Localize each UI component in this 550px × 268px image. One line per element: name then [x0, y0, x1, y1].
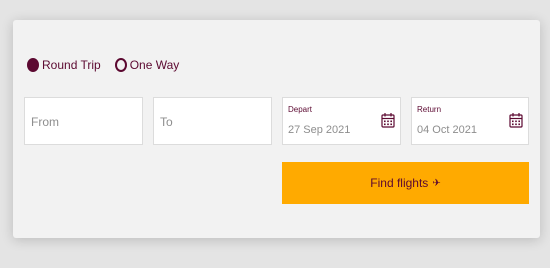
one-way-radio[interactable]	[114, 58, 127, 72]
from-field[interactable]: From	[24, 97, 143, 145]
round-trip-label: Round Trip	[42, 58, 101, 72]
from-placeholder: From	[31, 115, 59, 129]
to-field[interactable]: To	[153, 97, 272, 145]
return-date-field[interactable]: Return 04 Oct 2021	[411, 97, 529, 145]
flight-search-card: Round Trip One Way From To Depart 27 Sep…	[13, 20, 540, 238]
depart-date-field[interactable]: Depart 27 Sep 2021	[282, 97, 401, 145]
round-trip-radio[interactable]	[27, 58, 39, 72]
return-value: 04 Oct 2021	[417, 124, 477, 136]
depart-label: Depart	[288, 105, 313, 114]
find-flights-label: Find flights	[370, 176, 429, 190]
one-way-option[interactable]: One Way	[114, 58, 180, 72]
to-placeholder: To	[160, 115, 173, 129]
find-flights-button[interactable]: Find flights ✈	[282, 162, 529, 204]
trip-type-selector: Round Trip One Way	[27, 58, 179, 72]
depart-value: 27 Sep 2021	[288, 124, 351, 136]
return-label: Return	[417, 105, 442, 114]
one-way-label: One Way	[129, 58, 180, 72]
calendar-icon[interactable]	[509, 112, 523, 128]
plane-icon: ✈	[432, 177, 441, 189]
calendar-icon[interactable]	[381, 112, 395, 128]
round-trip-option[interactable]: Round Trip	[27, 58, 101, 72]
